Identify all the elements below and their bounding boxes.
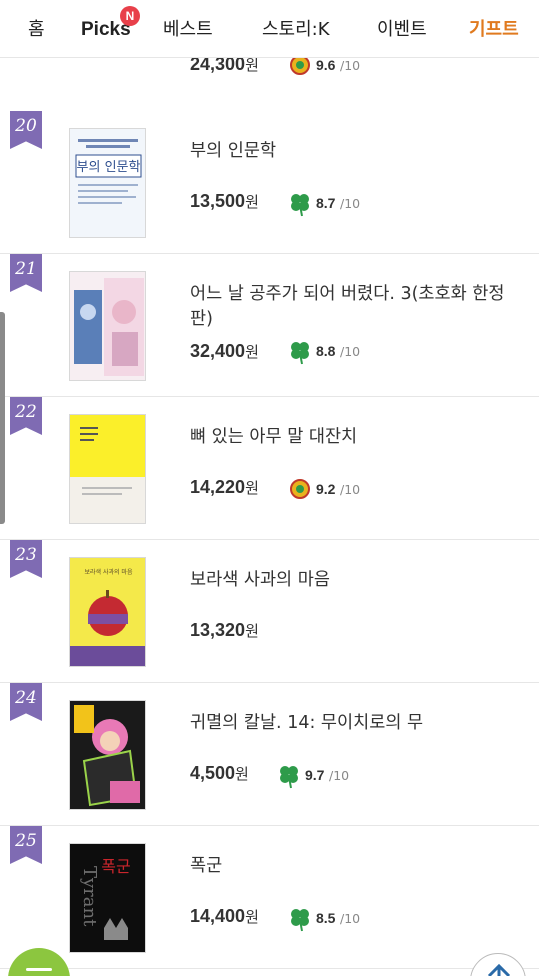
price: 32,400원 xyxy=(190,341,259,361)
rank-badge: 24 xyxy=(10,683,42,721)
book-cover[interactable]: 폭군 Tyrant xyxy=(69,843,146,953)
svg-text:폭군: 폭군 xyxy=(101,857,130,876)
clover-icon xyxy=(291,909,309,932)
price: 4,500원 xyxy=(190,763,249,783)
list-item[interactable]: 25 폭군 Tyrant 폭군 14,400원 8.5/10 xyxy=(0,826,539,969)
book-title[interactable]: 어느 날 공주가 되어 버렸다. 3(초호화 한정판) xyxy=(190,282,525,332)
arrow-up-icon xyxy=(487,963,511,976)
clover-icon xyxy=(280,766,298,789)
book-title[interactable]: 보라색 사과의 마음 xyxy=(190,568,525,593)
rank-badge: 23 xyxy=(10,540,42,578)
book-title[interactable]: 부의 인문학 xyxy=(190,139,525,164)
medal-icon xyxy=(290,479,310,499)
price: 14,220원 xyxy=(190,477,259,497)
clover-icon xyxy=(291,194,309,217)
tab-event[interactable]: 이벤트 xyxy=(377,18,427,42)
rank-badge: 22 xyxy=(10,397,42,435)
tab-gift[interactable]: 기프트 xyxy=(469,18,519,42)
rank-badge: 20 xyxy=(10,111,42,149)
book-cover[interactable] xyxy=(69,700,146,810)
list-item[interactable]: 23 보라색 사과의 마음 보라색 사과의 마음 13,320원 xyxy=(0,540,539,683)
scroll-edge-handle[interactable] xyxy=(0,312,5,524)
top-navigation: 홈 Picks N 베스트 스토리:K 이벤트 기프트 xyxy=(0,0,539,58)
list-item[interactable]: 20 부의 인문학 부의 인문학 13,500원 8.7/10 xyxy=(0,111,539,254)
book-cover[interactable]: 부의 인문학 xyxy=(69,128,146,238)
list-item[interactable]: 21 어느 날 공주가 되어 버렸다. 3(초호화 한정판) 32,400원 8… xyxy=(0,254,539,397)
book-title[interactable]: 귀멸의 칼날. 14: 무이치로의 무 xyxy=(190,711,525,736)
tab-best[interactable]: 베스트 xyxy=(163,18,213,42)
list-item[interactable]: 24 귀멸의 칼날. 14: 무이치로의 무 4,500원 9.7/10 xyxy=(0,683,539,826)
new-badge: N xyxy=(120,6,140,26)
rank-badge: 21 xyxy=(10,254,42,292)
book-cover[interactable]: 보라색 사과의 마음 xyxy=(69,557,146,667)
tab-story-k[interactable]: 스토리:K xyxy=(262,18,330,42)
scroll-to-top-button[interactable] xyxy=(470,953,526,976)
book-title[interactable]: 뼈 있는 아무 말 대잔치 xyxy=(190,425,525,450)
svg-text:Tyrant: Tyrant xyxy=(79,866,100,927)
clover-icon xyxy=(291,342,309,365)
tab-home[interactable]: 홈 xyxy=(28,18,45,42)
svg-text:부의 인문학: 부의 인문학 xyxy=(77,160,141,175)
svg-text:보라색 사과의 마음: 보라색 사과의 마음 xyxy=(85,568,133,576)
book-title[interactable]: 폭군 xyxy=(190,854,525,879)
price: 14,400원 xyxy=(190,906,259,926)
book-cover[interactable] xyxy=(69,414,146,524)
list-item[interactable]: 22 뼈 있는 아무 말 대잔치 14,220원 9.2/10 xyxy=(0,397,539,540)
price: 13,500원 xyxy=(190,191,259,211)
book-cover[interactable] xyxy=(69,271,146,381)
menu-icon xyxy=(26,968,52,971)
price: 13,320원 xyxy=(190,620,259,640)
rank-badge: 25 xyxy=(10,826,42,864)
